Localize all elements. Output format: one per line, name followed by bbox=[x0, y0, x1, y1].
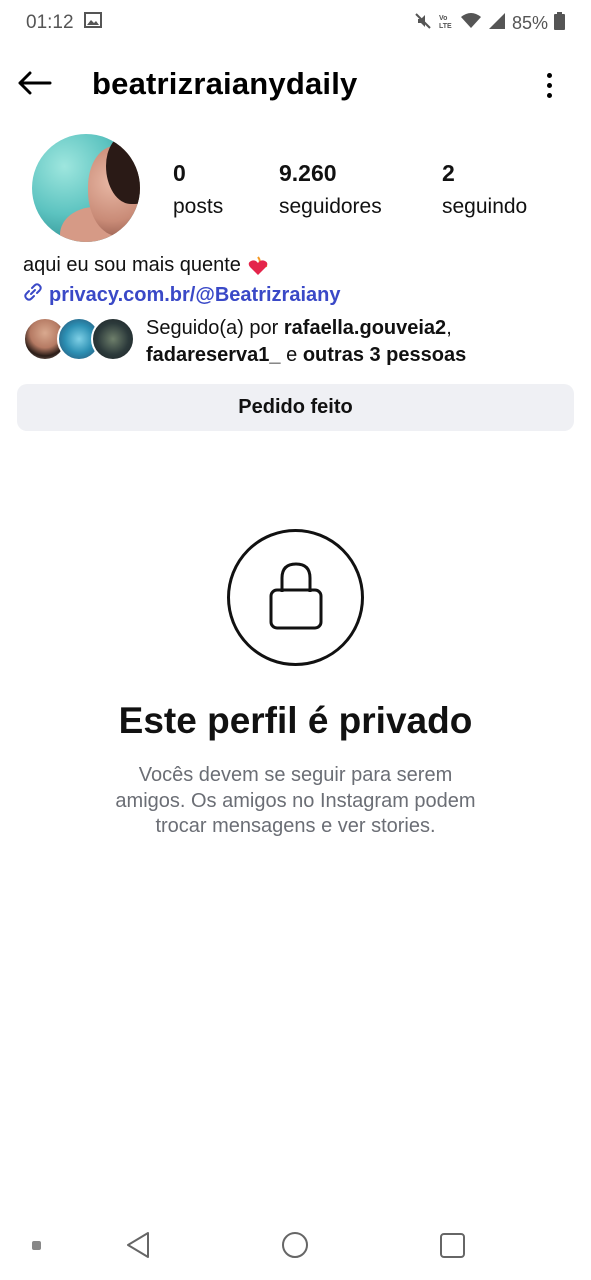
stat-posts-label: posts bbox=[173, 195, 224, 218]
link-icon bbox=[23, 282, 43, 308]
volte-icon: Vo LTE bbox=[438, 12, 454, 35]
status-time: 01:12 bbox=[26, 12, 74, 33]
stat-posts-value: 0 bbox=[173, 160, 186, 186]
back-button[interactable] bbox=[16, 66, 54, 104]
back-arrow-icon bbox=[18, 71, 52, 100]
signal-icon bbox=[488, 12, 506, 35]
nav-back-button[interactable] bbox=[124, 1230, 154, 1260]
image-icon bbox=[83, 12, 102, 34]
heart-on-fire-icon bbox=[247, 255, 269, 277]
svg-text:LTE: LTE bbox=[439, 23, 452, 30]
profile-header: beatrizraianydaily bbox=[0, 58, 591, 112]
stat-following-label: seguindo bbox=[442, 195, 528, 218]
followed-by-others: outras 3 pessoas bbox=[302, 344, 467, 366]
wifi-icon bbox=[460, 12, 482, 35]
link-text: privacy.com.br/@Beatrizraiany bbox=[49, 283, 341, 306]
nav-home-button[interactable] bbox=[282, 1232, 308, 1258]
private-profile-title: Este perfil é privado bbox=[118, 700, 473, 741]
profile-link[interactable]: privacy.com.br/@Beatrizraiany bbox=[23, 282, 340, 308]
stat-following-value: 2 bbox=[442, 160, 455, 186]
battery-percent: 85% bbox=[511, 12, 548, 33]
system-navigation-bar bbox=[0, 1218, 591, 1278]
mutual-avatars bbox=[23, 317, 135, 363]
followed-by-text: Seguido(a) por rafaella.gouveia2, fadares… bbox=[146, 317, 467, 366]
stat-followers-label: seguidores bbox=[279, 195, 382, 218]
svg-text:Vo: Vo bbox=[439, 15, 447, 22]
nav-indicator-icon bbox=[32, 1241, 41, 1250]
status-bar: 01:12 Vo LTE 85% bbox=[0, 0, 591, 46]
more-options-icon bbox=[546, 72, 552, 98]
mute-icon bbox=[414, 12, 432, 35]
profile-screen: 01:12 Vo LTE 85% beatrizraianydaily 0 po… bbox=[0, 0, 591, 1280]
request-sent-button[interactable]: Pedido feito bbox=[17, 384, 574, 431]
more-options-button[interactable] bbox=[537, 68, 561, 102]
nav-recents-button[interactable] bbox=[440, 1233, 465, 1258]
profile-avatar[interactable] bbox=[32, 134, 140, 242]
profile-bio: aqui eu sou mais quente bbox=[23, 254, 269, 277]
battery-icon bbox=[554, 11, 565, 35]
followed-by-user2: fadareserva1_ bbox=[146, 344, 281, 366]
stat-following[interactable]: 2 seguindo bbox=[442, 160, 527, 219]
followed-by[interactable]: Seguido(a) por rafaella.gouveia2, fadares… bbox=[23, 315, 583, 367]
stat-followers-value: 9.260 bbox=[279, 160, 337, 186]
profile-username: beatrizraianydaily bbox=[92, 66, 358, 101]
private-profile-description: Vocês devem se seguir para serem amigos.… bbox=[115, 764, 476, 837]
bio-text: aqui eu sou mais quente bbox=[23, 254, 241, 276]
followed-by-user1: rafaella.gouveia2 bbox=[283, 317, 447, 339]
lock-icon bbox=[266, 558, 326, 637]
stat-posts[interactable]: 0 posts bbox=[173, 160, 223, 219]
private-lock-badge bbox=[227, 529, 364, 666]
stat-followers[interactable]: 9.260 seguidores bbox=[279, 160, 382, 219]
back-triangle-icon bbox=[124, 1232, 154, 1264]
avatar bbox=[91, 317, 135, 361]
